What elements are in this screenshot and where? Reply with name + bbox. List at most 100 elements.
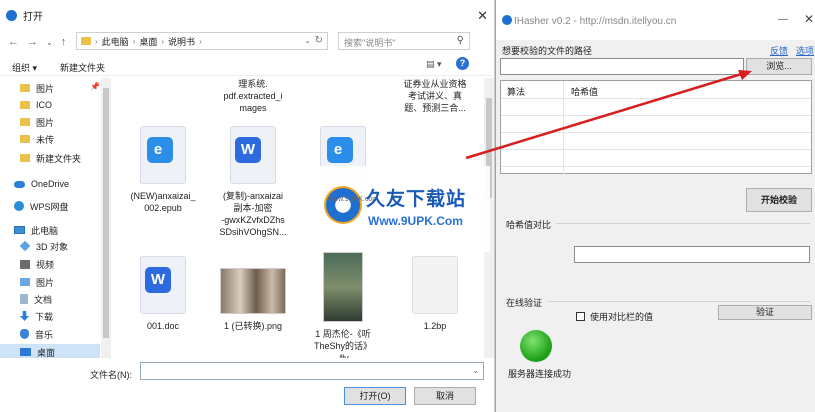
sidebar-item[interactable]: 桌面 [20,344,55,358]
folder-icon [20,101,30,109]
document-icon [20,294,28,304]
sidebar-item-label: 图片 [36,83,55,94]
breadcrumb-item[interactable]: 说明书 [168,35,195,48]
status-text: 服务器连接成功 [508,369,572,379]
folder-icon [20,135,30,143]
dialog-titlebar: 打开 [0,0,495,30]
cancel-button[interactable]: 取消 [414,387,476,405]
feedback-link[interactable]: 反馈 [770,44,788,57]
browse-button[interactable]: 浏览... [746,58,812,75]
start-verify-button[interactable]: 开始校验 [746,188,812,212]
sidebar-item[interactable]: OneDrive [14,176,69,192]
sidebar-item[interactable]: WPS网盘 [14,198,69,214]
sidebar-item[interactable]: 未传 [20,131,54,147]
refresh-icon[interactable]: ↻ [315,35,323,46]
close-icon[interactable]: ✕ [804,12,814,26]
file-name-line: mages [239,103,267,113]
breadcrumb-item[interactable]: 桌面 [139,35,157,48]
file-name-line: 副本-加密 [233,203,273,213]
breadcrumb-item[interactable]: 此电脑 [102,35,129,48]
file-item[interactable]: W 001.doc [122,256,204,332]
file-name-line: 1.2bp [423,321,447,331]
options-link[interactable]: 选项 [796,44,814,57]
online-verify-button[interactable]: 验证 [718,305,812,320]
pin-icon[interactable]: 📌 [90,82,100,91]
folder-icon [20,84,30,92]
sidebar-item[interactable]: 图片 [20,80,54,96]
search-icon: ⚲ [456,35,464,46]
sidebar-item-label: OneDrive [31,179,70,189]
sidebar-item-label: 图片 [36,117,55,128]
window-title: IHasher v0.2 - http://msdn.itellyou.cn [514,16,677,27]
address-bar[interactable]: › 此电脑 › 桌面 › 说明书 › ⌄ ↻ [76,32,328,50]
sidebar-item[interactable]: 文档 [20,291,52,307]
sidebar-item[interactable]: 视频 [20,256,54,272]
sidebar-item[interactable]: 图片 [20,274,54,290]
sidebar-item-label: 此电脑 [31,225,59,236]
scroll-thumb[interactable] [103,88,109,338]
sidebar-item[interactable]: 音乐 [20,326,53,342]
compare-input[interactable] [574,246,810,263]
close-icon[interactable]: ✕ [477,8,488,24]
column-divider [563,81,564,175]
sidebar-item[interactable]: 下载 [20,308,53,324]
organize-button[interactable]: 组织 ▾ [12,61,37,74]
minimize-icon[interactable]: — [778,14,788,25]
new-folder-button[interactable]: 新建文件夹 [60,61,105,74]
file-item[interactable]: 1.2bp [394,256,476,332]
forward-icon[interactable]: → [27,36,38,48]
watermark-brand: 久友下载站 [366,189,467,210]
file-name-line: (复制)-anxaizai [222,191,283,201]
file-name-line: SDsihVOhgSN... [219,227,287,237]
row-divider [501,115,811,116]
sidebar-item[interactable]: 3D 对象 [19,238,68,254]
group-divider [548,301,810,302]
navigation-pane: 📌 图片 ICO 图片 未传 新建文件夹 OneDrive WPS网盘 此电脑 3D 对象 视频图… [0,78,112,358]
file-name-line: 001.doc [146,321,180,331]
view-options-icon[interactable]: ▤ ▾ [426,59,442,70]
word-file-icon: W [140,256,186,314]
back-icon[interactable]: ← [8,36,19,48]
file-item[interactable]: 1 周杰伦-《听 TheShy的话》 .flv [302,252,384,358]
file-path-input[interactable] [500,58,744,75]
sidebar-item[interactable]: 图片 [20,114,54,130]
word-file-icon: W [230,126,276,184]
status-indicator-icon [520,330,552,362]
file-item[interactable]: e (NEW)anxaizai_ 002.epub [122,126,204,214]
wps-icon [14,201,24,211]
file-name-line: 1 周杰伦-《听 [315,329,371,339]
sidebar-item[interactable]: 新建文件夹 [20,150,81,166]
file-item[interactable]: 1 (已转换).png [212,256,294,332]
chevron-right-icon: › [199,36,202,46]
sidebar-item-label: 未传 [36,134,55,145]
app-icon [502,15,512,25]
desktop-icon [20,348,31,356]
file-name-line: 1 (已转换).png [223,321,283,331]
use-compare-checkbox[interactable]: 使用对比栏的值 [576,310,653,323]
sidebar-item-label: 桌面 [37,347,56,358]
nav-scrollbar[interactable] [101,78,111,358]
chevron-down-icon[interactable]: ⌄ [304,36,311,45]
chevron-down-icon[interactable]: ⌄ [46,38,53,47]
open-button[interactable]: 打开(O) [344,387,406,405]
checkbox-box[interactable] [576,312,585,321]
file-item[interactable]: 理系统. pdf.extracted_i mages [212,78,294,114]
filename-input[interactable]: ⌄ [140,362,484,380]
sidebar-item-label: WPS网盘 [30,201,69,212]
compare-group-label: 哈希值对比 [506,220,552,230]
help-icon[interactable]: ? [456,57,469,70]
sidebar-item[interactable]: ICO [20,97,52,113]
up-icon[interactable]: ↑ [61,36,67,48]
sidebar-item[interactable]: 此电脑 [14,222,58,238]
music-icon [20,329,29,339]
file-item[interactable]: 证券业从业资格 考试讲义、真 题、预测三合... [394,78,476,114]
file-item[interactable]: W (复制)-anxaizai 副本-加密 -gwxKZvfxDZhs SDsihVOh… [212,126,294,238]
search-input[interactable]: 搜索"说明书" ⚲ [338,32,470,50]
col-algorithm: 算法 [507,87,526,97]
file-glyph: e [153,141,163,158]
checkbox-label: 使用对比栏的值 [590,312,654,322]
file-name-line: 002.epub [144,203,182,213]
chevron-down-icon[interactable]: ⌄ [472,366,479,375]
watermark-logo [324,186,362,224]
row-divider [501,166,811,167]
